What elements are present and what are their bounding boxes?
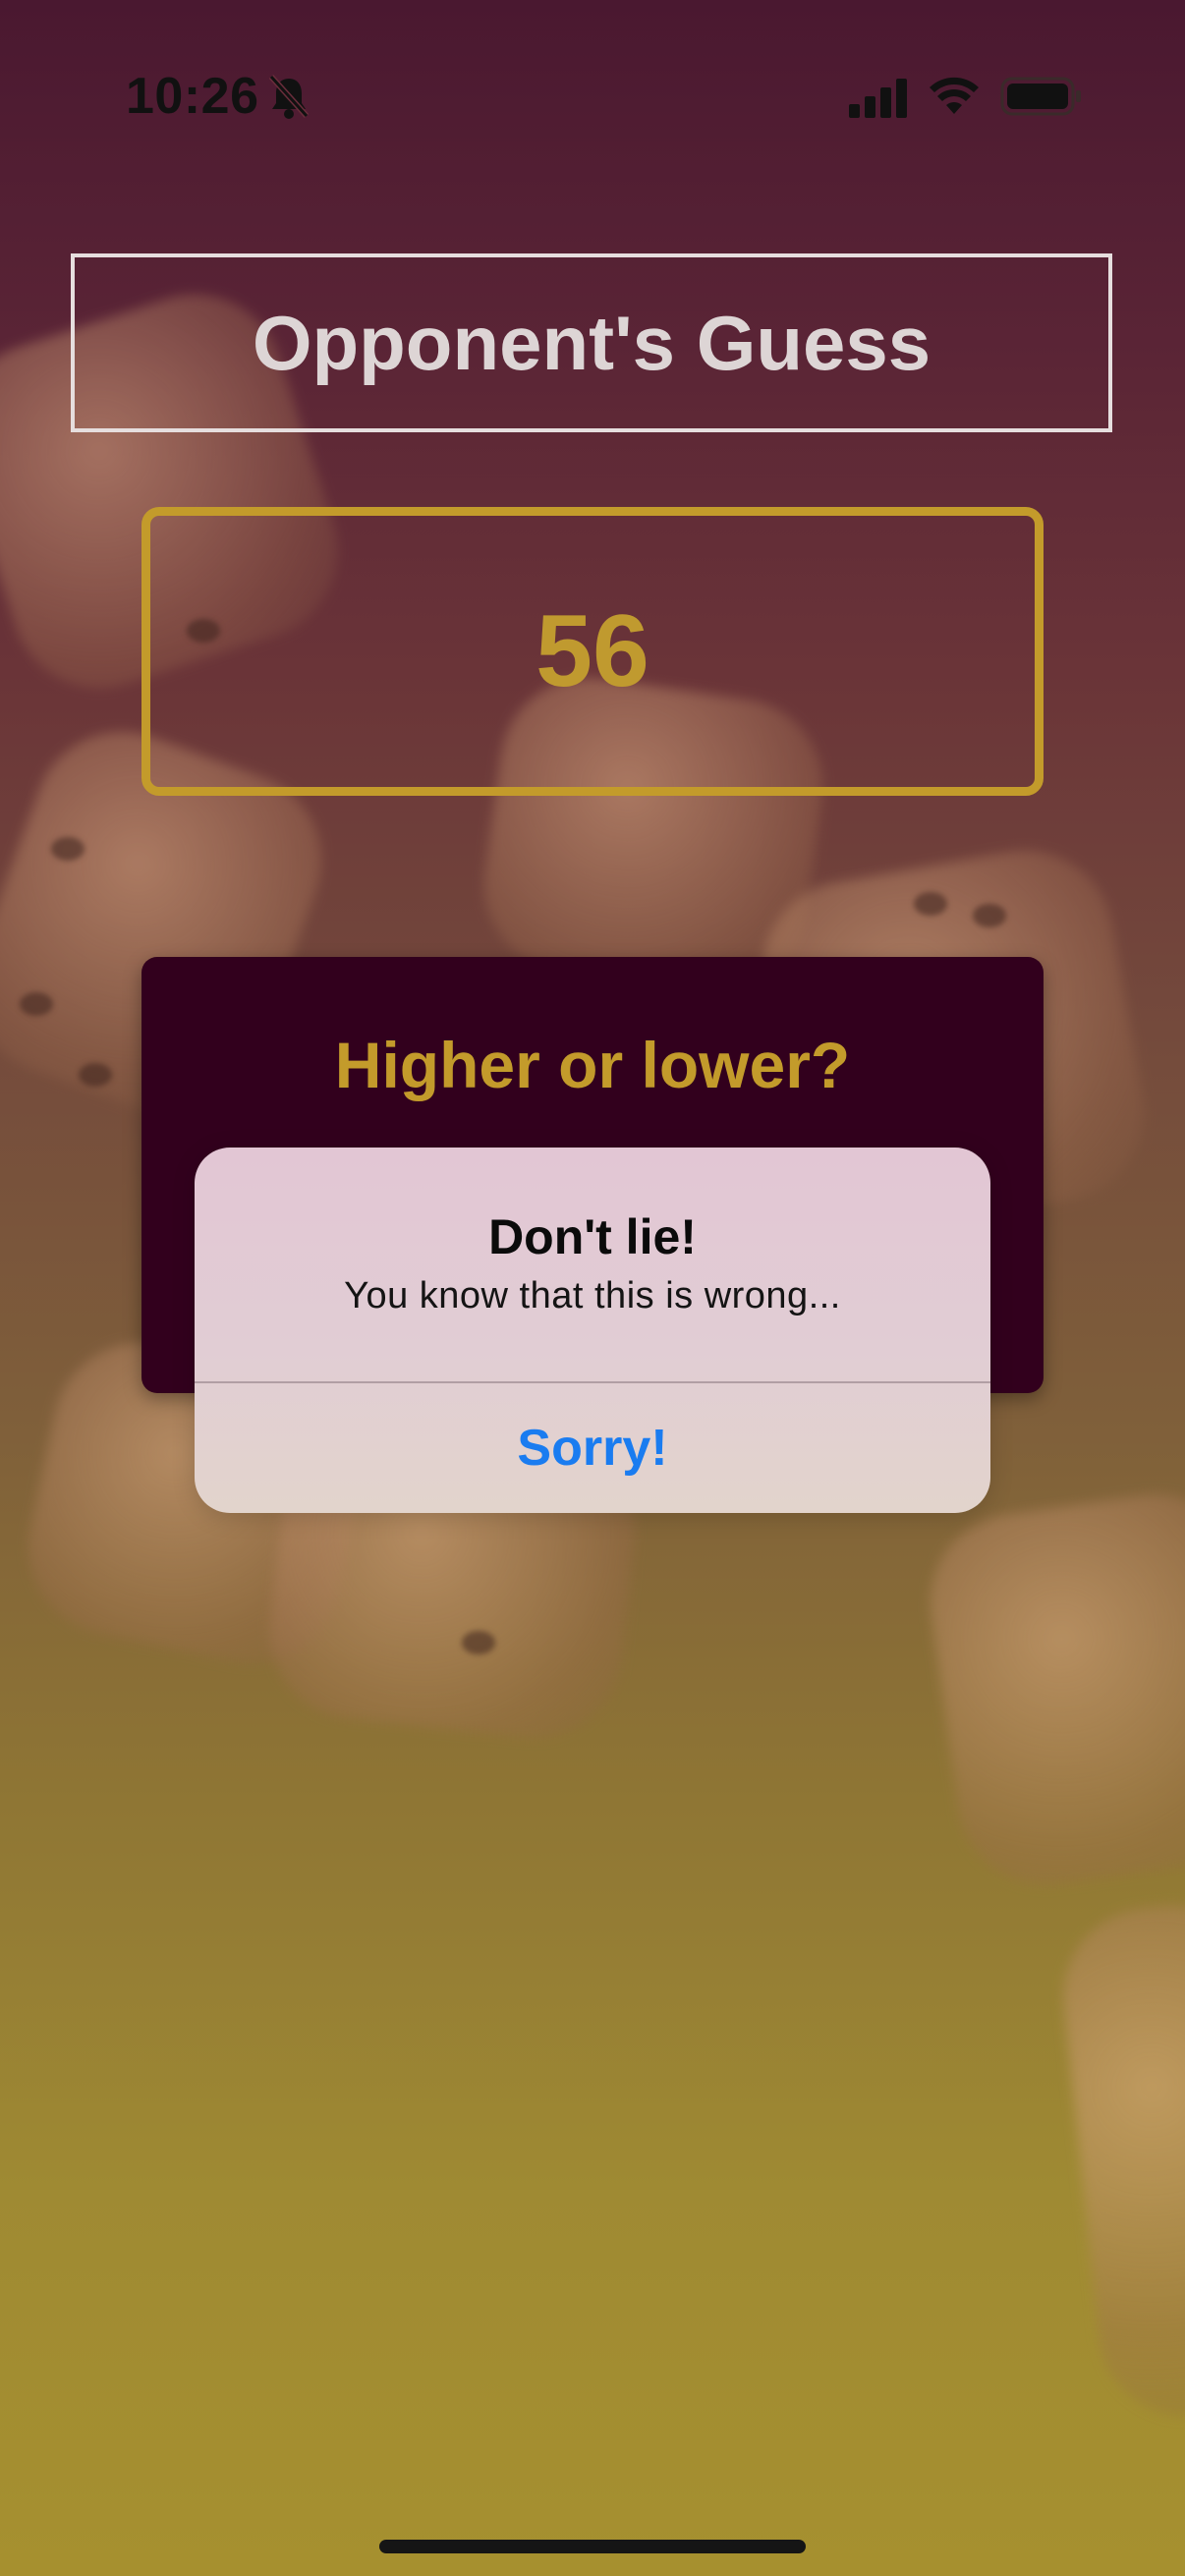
title-box: Opponent's Guess xyxy=(71,253,1112,432)
guess-number: 56 xyxy=(536,593,649,708)
wifi-icon xyxy=(930,77,979,114)
screen-title: Opponent's Guess xyxy=(252,299,931,386)
status-bar: 10:26 xyxy=(0,0,1185,187)
hint-prompt: Higher or lower? xyxy=(334,1029,851,1101)
home-indicator[interactable] xyxy=(379,2540,806,2553)
guess-display: 56 xyxy=(141,507,1044,796)
status-time: 10:26 xyxy=(126,68,259,125)
cellular-signal-icon xyxy=(849,79,907,118)
bell-slash-icon xyxy=(268,74,310,119)
alert-title: Don't lie! xyxy=(488,1209,697,1264)
alert-message: You know that this is wrong... xyxy=(344,1275,841,1316)
battery-icon xyxy=(1000,77,1081,116)
alert-dialog: Don't lie! You know that this is wrong..… xyxy=(195,1148,990,1513)
sorry-button[interactable]: Sorry! xyxy=(195,1383,990,1513)
